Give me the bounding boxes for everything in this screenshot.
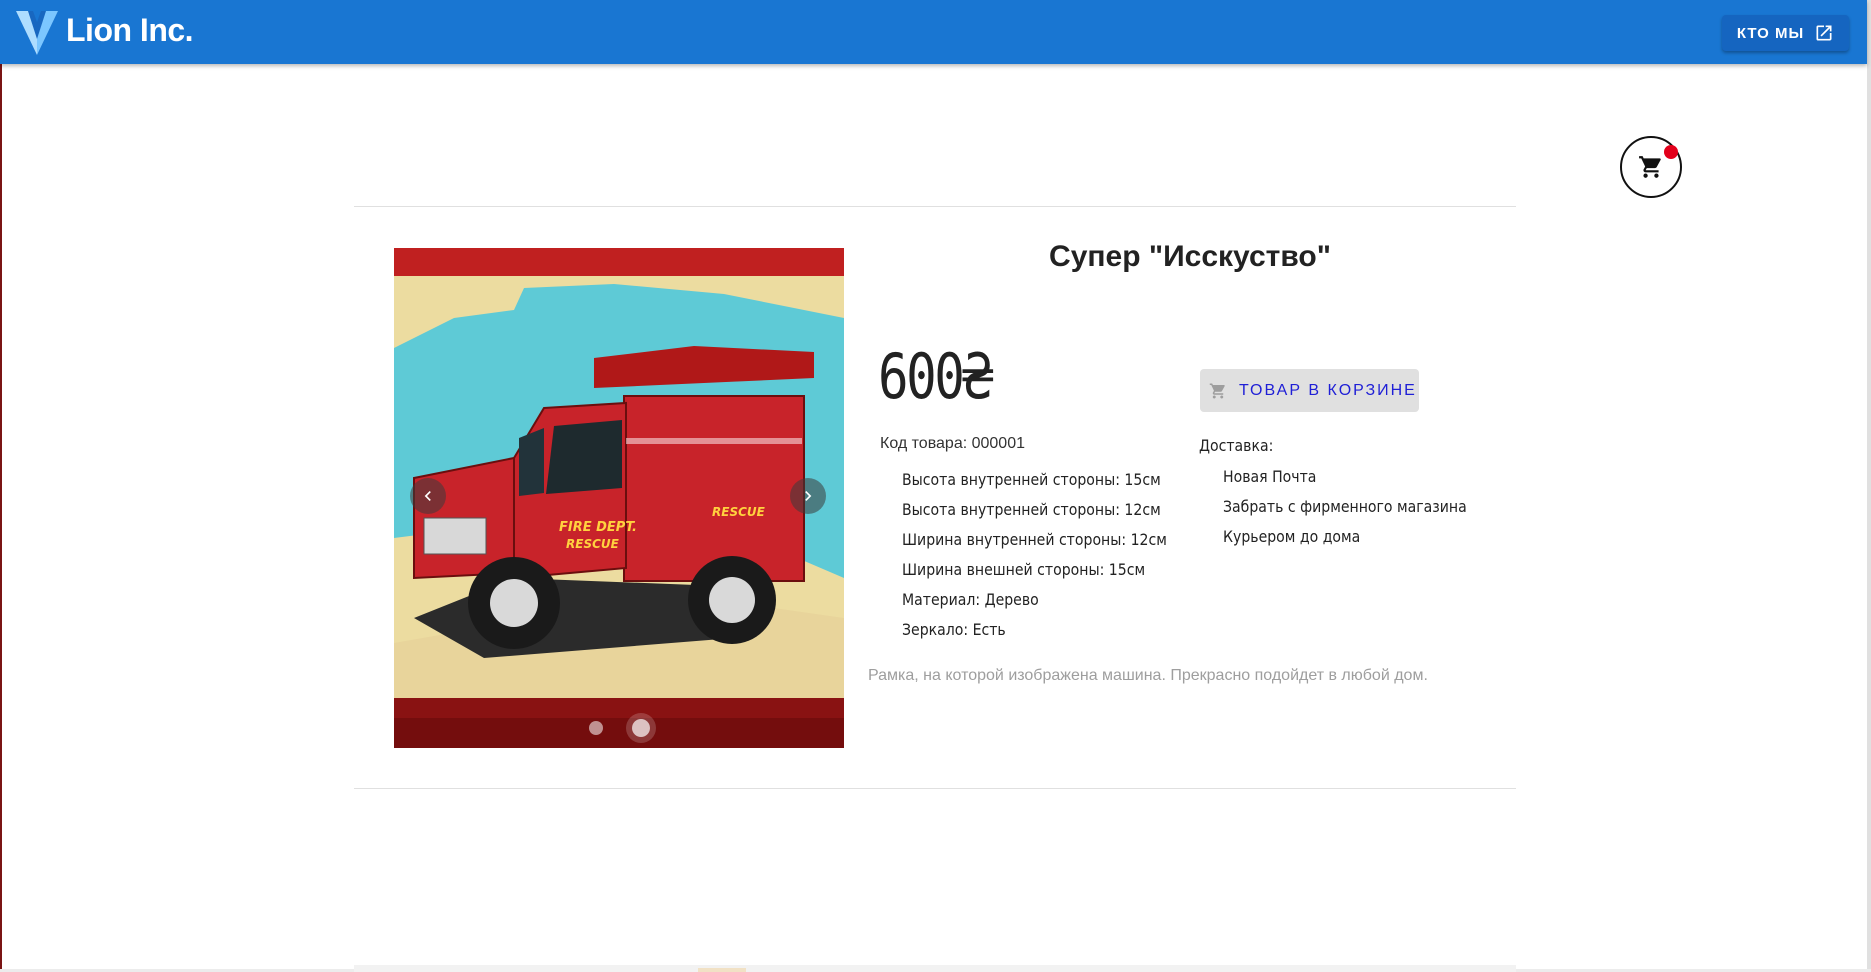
divider-top [354,206,1516,207]
about-us-button[interactable]: КТО МЫ [1722,15,1849,51]
brand-name[interactable]: Lion Inc. [66,12,194,49]
spec-item: Зеркало: Есть [902,620,1006,639]
product-price: 600₴ [878,340,993,413]
carousel-dot-2[interactable] [632,719,650,737]
footer-strip [354,965,1516,972]
delivery-option: Новая Почта [1223,467,1317,486]
carousel-next-button[interactable] [790,478,826,514]
spec-item: Высота внутренней стороны: 12см [902,500,1161,519]
truck-door-text-2: RESCUE [566,537,620,551]
vuetify-logo-icon[interactable] [16,9,58,57]
product-image-carousel[interactable]: FIRE DEPT. RESCUE RESCUE [394,248,844,748]
cart-badge [1664,145,1678,159]
cart-icon [1639,156,1661,178]
delivery-title: Доставка: [1199,436,1274,455]
divider-bottom [354,788,1516,789]
cart-check-icon [1209,383,1225,398]
carousel-prev-button[interactable] [410,478,446,514]
about-us-label: КТО МЫ [1736,24,1805,42]
app-bar: Lion Inc. КТО МЫ [0,0,1867,64]
delivery-option: Забрать с фирменного магазина [1223,497,1467,516]
window-right-border [1867,0,1871,972]
spec-item: Ширина внешней стороны: 15см [902,560,1146,579]
footer-strip-mark [698,968,746,972]
product-image: FIRE DEPT. RESCUE RESCUE [394,248,844,748]
carousel-dot-1[interactable] [589,721,603,735]
carousel-delimiters [394,698,844,748]
truck-door-text: FIRE DEPT. [559,520,637,535]
chevron-right-icon [805,491,812,501]
product-specs: Высота внутренней стороны: 15см Высота в… [902,468,1203,648]
spec-item: Ширина внутренней стороны: 12см [902,530,1167,549]
in-cart-label: ТОВАР В КОРЗИНЕ [1239,381,1417,399]
product-title: Супер "Исскуство" [1049,240,1331,273]
chevron-left-icon [424,491,431,501]
delivery-option: Курьером до дома [1223,527,1361,546]
window-left-border [0,0,2,972]
truck-side-text: RESCUE [712,505,766,519]
spec-item: Материал: Дерево [902,590,1039,609]
product-description: Рамка, на которой изображена машина. Пре… [868,667,1428,684]
spec-item: Высота внутренней стороны: 15см [902,470,1161,489]
in-cart-button[interactable]: ТОВАР В КОРЗИНЕ [1200,369,1419,412]
delivery-options: Новая Почта Забрать с фирменного магазин… [1223,465,1500,555]
open-in-new-icon [1816,25,1832,41]
product-code: Код товара: 000001 [880,435,1025,452]
